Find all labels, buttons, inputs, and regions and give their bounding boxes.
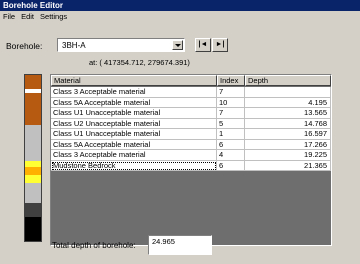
column-header-depth[interactable]: Depth bbox=[245, 75, 331, 86]
title-bar: Borehole Editor bbox=[0, 0, 360, 11]
strip-layer bbox=[25, 217, 41, 241]
table-row[interactable]: Class 5A Acceptable material 10 4.195 bbox=[51, 97, 331, 108]
material-cell[interactable]: Class U1 Unacceptable material bbox=[51, 129, 217, 140]
material-cell[interactable]: Class U2 Unacceptable material bbox=[51, 118, 217, 129]
table-row[interactable]: Class U1 Unacceptable material 7 13.565 bbox=[51, 108, 331, 119]
material-table[interactable]: Material Index Depth Class 3 Acceptable … bbox=[50, 74, 332, 246]
strip-layer bbox=[25, 175, 41, 183]
next-borehole-button[interactable]: ►| bbox=[212, 38, 228, 52]
material-cell[interactable]: Class 5A Acceptable material bbox=[51, 97, 217, 108]
depth-cell[interactable]: 4.195 bbox=[245, 97, 331, 108]
menu-edit[interactable]: Edit bbox=[21, 11, 34, 22]
strip-layer bbox=[25, 125, 41, 161]
borehole-editor-window: Borehole Editor File Edit Settings Boreh… bbox=[0, 0, 360, 264]
index-cell[interactable]: 7 bbox=[217, 87, 245, 98]
strip-layer bbox=[25, 183, 41, 203]
table-body: Class 3 Acceptable material 7 Class 5A A… bbox=[51, 87, 331, 171]
column-header-material[interactable]: Material bbox=[51, 75, 217, 86]
depth-cell[interactable]: 21.365 bbox=[245, 160, 331, 171]
index-cell[interactable]: 1 bbox=[217, 129, 245, 140]
borehole-coordinates: at: ( 417354.712, 279674.391) bbox=[89, 58, 190, 67]
table-row[interactable]: Class U1 Unacceptable material 1 16.597 bbox=[51, 129, 331, 140]
total-depth-field[interactable]: 24.965 bbox=[148, 235, 212, 255]
index-cell[interactable]: 10 bbox=[217, 97, 245, 108]
index-cell[interactable]: 7 bbox=[217, 108, 245, 119]
table-row[interactable]: Class 3 Acceptable material 7 bbox=[51, 87, 331, 98]
material-cell[interactable]: Mudstone Bedrock bbox=[51, 160, 217, 171]
borehole-select[interactable]: 3BH-A bbox=[57, 38, 185, 52]
menu-settings[interactable]: Settings bbox=[40, 11, 67, 22]
menu-bar: File Edit Settings bbox=[0, 11, 360, 22]
depth-cell[interactable]: 19.225 bbox=[245, 150, 331, 161]
menu-file[interactable]: File bbox=[3, 11, 15, 22]
column-header-index[interactable]: Index bbox=[217, 75, 245, 86]
depth-cell[interactable]: 17.266 bbox=[245, 139, 331, 150]
depth-cell[interactable]: 14.768 bbox=[245, 118, 331, 129]
strip-layer bbox=[25, 75, 41, 89]
index-cell[interactable]: 6 bbox=[217, 160, 245, 171]
table-header: Material Index Depth bbox=[51, 75, 331, 86]
borehole-column-strip bbox=[24, 74, 42, 242]
depth-cell[interactable]: 13.565 bbox=[245, 108, 331, 119]
table-row[interactable]: Mudstone Bedrock 6 21.365 bbox=[51, 160, 331, 171]
index-cell[interactable]: 6 bbox=[217, 139, 245, 150]
strip-layer bbox=[25, 203, 41, 217]
material-cell[interactable]: Class 3 Acceptable material bbox=[51, 87, 217, 98]
previous-borehole-button[interactable]: |◄ bbox=[195, 38, 211, 52]
borehole-label: Borehole: bbox=[6, 41, 43, 51]
table-row[interactable]: Class 5A Acceptable material 6 17.266 bbox=[51, 139, 331, 150]
index-cell[interactable]: 4 bbox=[217, 150, 245, 161]
strip-layer bbox=[25, 167, 41, 175]
depth-cell[interactable]: 16.597 bbox=[245, 129, 331, 140]
material-cell[interactable]: Class 5A Acceptable material bbox=[51, 139, 217, 150]
chevron-down-icon[interactable] bbox=[172, 40, 183, 50]
index-cell[interactable]: 5 bbox=[217, 118, 245, 129]
strip-layer bbox=[25, 93, 41, 125]
total-depth-label: Total depth of borehole: bbox=[52, 241, 136, 250]
borehole-selected-value: 3BH-A bbox=[62, 41, 86, 50]
table-row[interactable]: Class 3 Acceptable material 4 19.225 bbox=[51, 150, 331, 161]
material-cell[interactable]: Class U1 Unacceptable material bbox=[51, 108, 217, 119]
material-cell[interactable]: Class 3 Acceptable material bbox=[51, 150, 217, 161]
table-row[interactable]: Class U2 Unacceptable material 5 14.768 bbox=[51, 118, 331, 129]
depth-cell[interactable] bbox=[245, 87, 331, 98]
